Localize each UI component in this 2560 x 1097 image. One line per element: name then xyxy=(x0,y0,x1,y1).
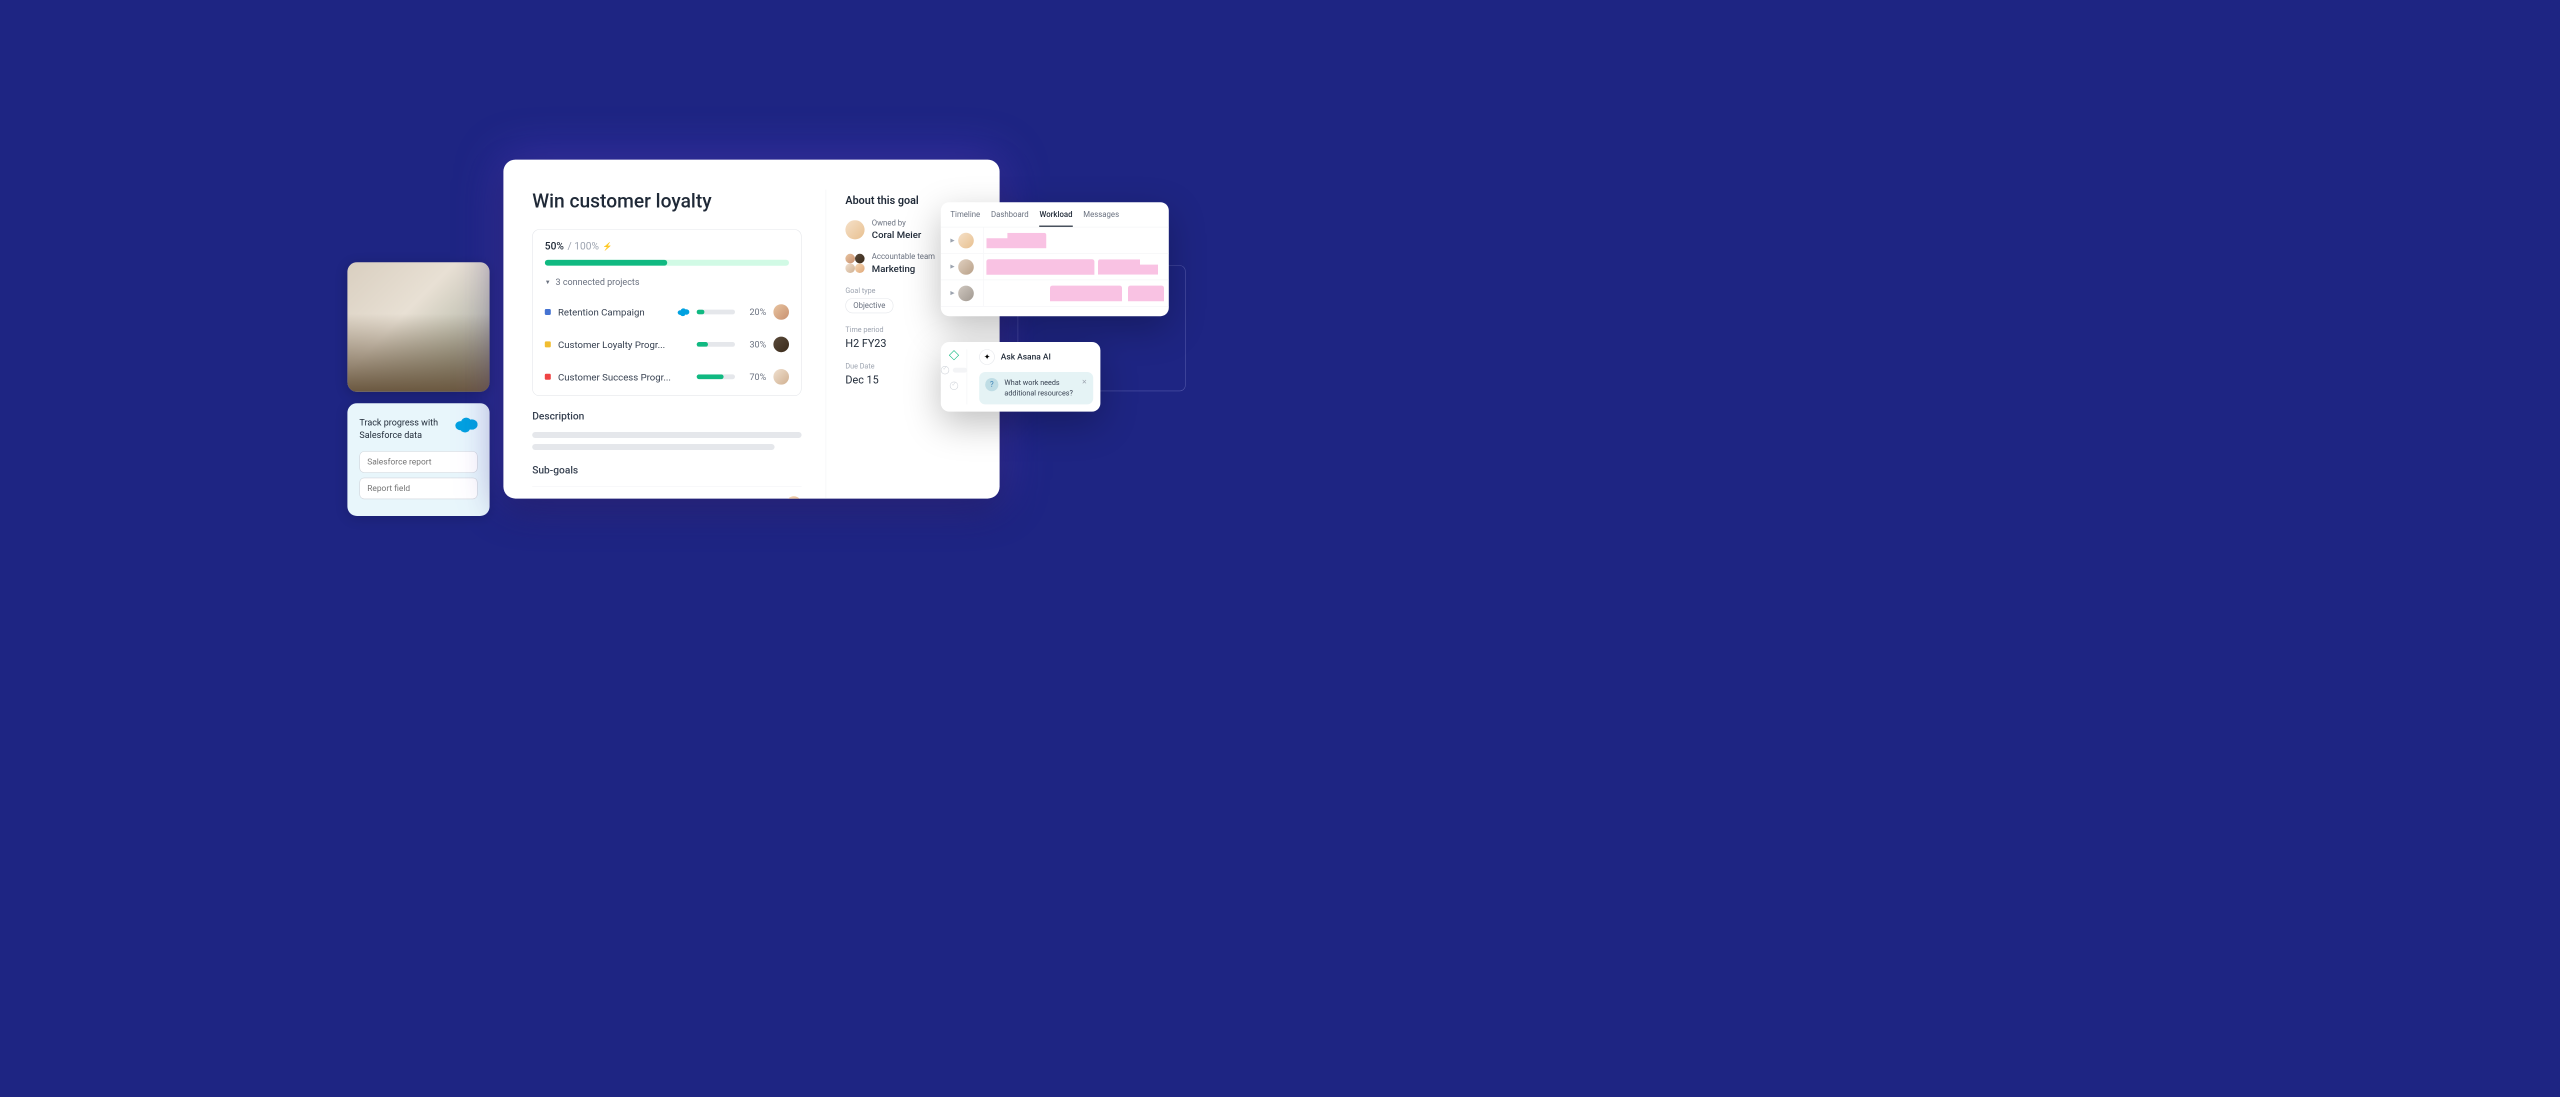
sparkle-icon: ✦ xyxy=(979,349,995,365)
caret-right-icon: ▶ xyxy=(950,264,954,270)
team-avatar-stack xyxy=(845,254,864,273)
project-name: Retention Campaign xyxy=(558,306,670,317)
workload-panel: Timeline Dashboard Workload Messages ▶ ▶ xyxy=(941,202,1169,316)
progress-current: 50% xyxy=(545,241,564,253)
ai-assistant-card: ✦ Ask Asana AI ? What work needs additio… xyxy=(941,342,1101,411)
salesforce-card-title: Track progress with Salesforce data xyxy=(359,416,448,441)
project-percent: 30% xyxy=(742,339,766,350)
goal-type-tag[interactable]: Objective xyxy=(845,298,893,313)
project-color-dot xyxy=(545,309,551,315)
salesforce-mini-icon xyxy=(677,308,689,316)
workload-row[interactable]: ▶ xyxy=(941,254,1169,280)
chevron-down-icon: ▼ xyxy=(545,279,551,286)
owned-by-value: Coral Meier xyxy=(872,229,921,240)
assignee-avatar[interactable] xyxy=(773,369,789,385)
owner-avatar xyxy=(845,220,864,239)
tab-dashboard[interactable]: Dashboard xyxy=(991,211,1029,227)
workload-row[interactable]: ▶ xyxy=(941,227,1169,253)
workload-row[interactable]: ▶ xyxy=(941,280,1169,306)
check-circle-icon xyxy=(950,382,958,390)
caret-right-icon: ▶ xyxy=(950,237,954,243)
skeleton-line xyxy=(953,368,967,373)
workload-bar xyxy=(1128,286,1164,302)
ai-header[interactable]: ✦ Ask Asana AI xyxy=(979,349,1093,365)
project-row[interactable]: Customer Success Progr... 70% xyxy=(545,361,789,393)
description-placeholder-line xyxy=(532,444,774,450)
progress-card: 50% / 100% ⚡ ▼ 3 connected projects Rete… xyxy=(532,229,801,396)
lightning-icon: ⚡ xyxy=(603,242,613,251)
project-progress-bar xyxy=(697,374,735,379)
connected-projects-toggle[interactable]: ▼ 3 connected projects xyxy=(545,277,789,288)
project-row[interactable]: Retention Campaign 20% xyxy=(545,296,789,328)
assignee-avatar[interactable] xyxy=(773,304,789,320)
project-percent: 20% xyxy=(742,307,766,318)
workload-avatar xyxy=(958,259,974,275)
salesforce-report-input[interactable] xyxy=(359,451,477,473)
time-period-label: Time period xyxy=(845,325,999,333)
diamond-icon xyxy=(949,350,959,360)
connected-projects-label: 3 connected projects xyxy=(556,277,640,288)
goal-title: Win customer loyalty xyxy=(532,190,801,213)
check-circle-icon xyxy=(941,366,949,374)
salesforce-field-input[interactable] xyxy=(359,478,477,500)
ai-suggested-prompt[interactable]: ? What work needs additional resources? … xyxy=(979,372,1093,404)
project-name: Customer Loyalty Progr... xyxy=(558,339,689,350)
salesforce-logo-icon xyxy=(455,416,478,432)
workload-tabs: Timeline Dashboard Workload Messages xyxy=(941,202,1169,227)
meeting-photo xyxy=(347,262,489,392)
project-color-dot xyxy=(545,374,551,380)
team-value: Marketing xyxy=(872,263,935,274)
workload-avatar xyxy=(958,285,974,301)
question-icon: ? xyxy=(985,378,998,391)
ai-title: Ask Asana AI xyxy=(1001,352,1051,362)
description-heading: Description xyxy=(532,410,801,422)
tab-workload[interactable]: Workload xyxy=(1039,211,1072,227)
progress-bar xyxy=(545,260,789,266)
project-progress-bar xyxy=(697,342,735,347)
project-progress-bar xyxy=(697,310,735,315)
subgoal-row[interactable]: CSAT exceeds 95% Gl... 30% xyxy=(532,486,801,499)
description-placeholder-line xyxy=(532,432,801,438)
goal-detail-panel: Win customer loyalty 50% / 100% ⚡ ▼ 3 co… xyxy=(503,160,999,499)
tab-timeline[interactable]: Timeline xyxy=(950,211,980,227)
tab-messages[interactable]: Messages xyxy=(1083,211,1119,227)
owned-by-label: Owned by xyxy=(872,219,921,228)
subgoals-heading: Sub-goals xyxy=(532,464,801,476)
team-label: Accountable team xyxy=(872,253,935,262)
workload-bar xyxy=(986,259,1094,275)
assignee-avatar[interactable] xyxy=(773,337,789,353)
progress-header: 50% / 100% ⚡ xyxy=(545,241,789,253)
workload-bar xyxy=(986,233,1046,249)
caret-right-icon: ▶ xyxy=(950,290,954,296)
workload-bar xyxy=(1098,259,1158,275)
workload-avatar xyxy=(958,233,974,249)
assignee-avatar[interactable] xyxy=(786,496,802,498)
salesforce-integration-card: Track progress with Salesforce data xyxy=(347,403,489,516)
project-name: Customer Success Progr... xyxy=(558,371,689,382)
close-icon[interactable]: ✕ xyxy=(1082,378,1088,386)
project-color-dot xyxy=(545,341,551,347)
project-percent: 70% xyxy=(742,371,766,382)
ai-prompt-text: What work needs additional resources? xyxy=(1004,378,1075,398)
workload-bar xyxy=(1050,286,1122,302)
project-row[interactable]: Customer Loyalty Progr... 30% xyxy=(545,328,789,360)
progress-total: / 100% xyxy=(568,241,599,253)
